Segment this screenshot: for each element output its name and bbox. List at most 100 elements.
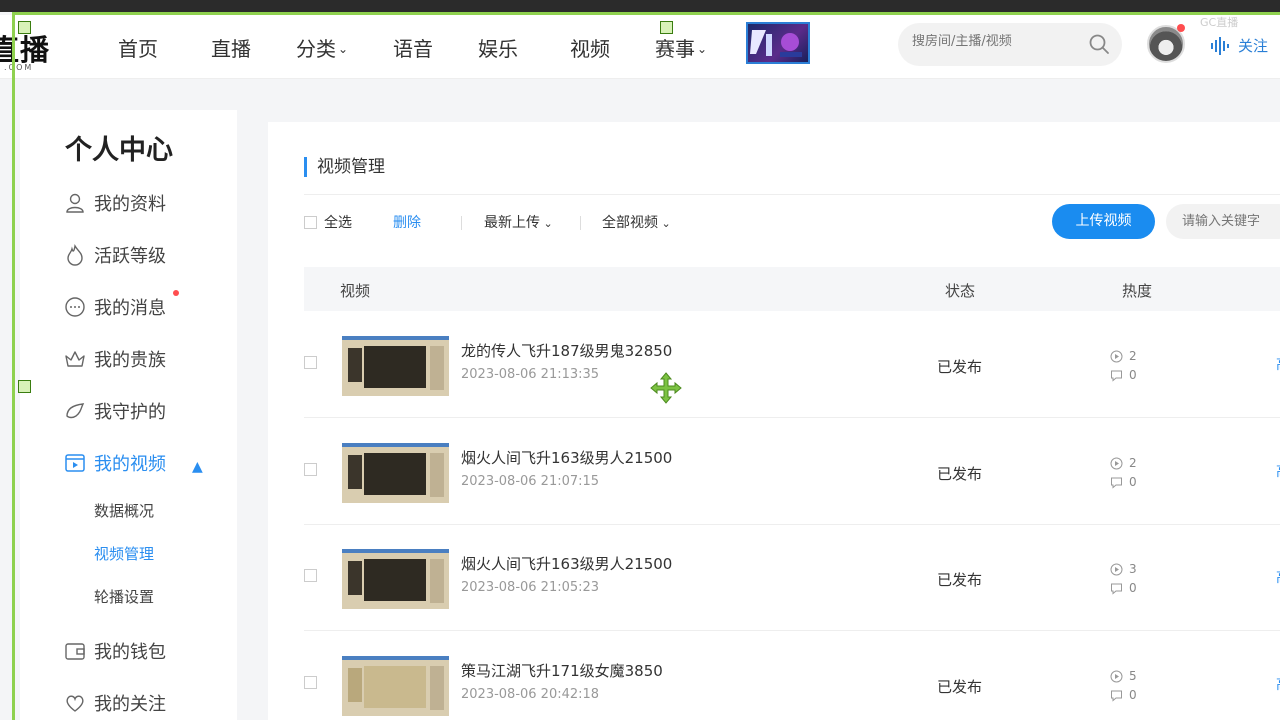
sidebar-subitem-overview[interactable]: 数据概况 xyxy=(94,500,154,521)
table-row: 策马江湖飞升171级女魔3850 2023-08-06 20:42:18 已发布… xyxy=(304,632,1280,720)
sidebar: 个人中心 我的资料 活跃等级 我的消息 我的贵族 我守护的 我的视频 ▲ 数据概… xyxy=(20,110,237,720)
nav-home[interactable]: 首页 xyxy=(118,33,158,62)
comment-icon xyxy=(1111,583,1122,595)
search-input[interactable] xyxy=(912,34,1082,49)
comment-count-value: 0 xyxy=(1129,368,1137,382)
nav-entertainment[interactable]: 娱乐 xyxy=(478,33,518,62)
row-action-link[interactable]: 高 xyxy=(1276,674,1280,694)
comment-count: 0 xyxy=(1110,475,1137,489)
table-row: 烟火人间飞升163级男人21500 2023-08-06 21:07:15 已发… xyxy=(304,419,1280,525)
promo-banner[interactable] xyxy=(746,22,810,64)
sidebar-item-label: 我的钱包 xyxy=(94,642,166,663)
play-count: 5 xyxy=(1110,669,1137,683)
video-thumbnail[interactable] xyxy=(342,443,449,503)
video-title[interactable]: 烟火人间飞升163级男人21500 xyxy=(461,553,672,574)
divider xyxy=(580,216,581,230)
video-thumbnail[interactable] xyxy=(342,656,449,716)
comment-icon xyxy=(1111,690,1122,702)
video-time: 2023-08-06 20:42:18 xyxy=(461,687,600,702)
nav-label: 首页 xyxy=(118,37,158,61)
main-panel: 视频管理 全选 删除 最新上传 ⌄ 全部视频 ⌄ 上传视频 视频 状态 热度 龙… xyxy=(268,122,1280,720)
flame-icon xyxy=(67,244,83,266)
video-time: 2023-08-06 21:05:23 xyxy=(461,580,600,595)
divider xyxy=(304,194,1280,195)
video-time: 2023-08-06 21:13:35 xyxy=(461,367,600,382)
play-count: 2 xyxy=(1110,456,1137,470)
keyword-search-input[interactable] xyxy=(1166,204,1280,239)
nav-voice[interactable]: 语音 xyxy=(393,33,433,62)
comment-count: 0 xyxy=(1110,368,1137,382)
video-title[interactable]: 烟火人间飞升163级男人21500 xyxy=(461,447,672,468)
search-icon[interactable] xyxy=(1088,33,1110,55)
promo-image xyxy=(750,30,802,57)
video-thumbnail[interactable] xyxy=(342,549,449,609)
sidebar-item-level[interactable]: 活跃等级 xyxy=(64,242,166,268)
page-title: 视频管理 xyxy=(304,157,385,177)
row-checkbox[interactable] xyxy=(304,356,317,369)
nav-label: 视频 xyxy=(570,37,610,61)
sidebar-item-messages[interactable]: 我的消息 xyxy=(64,294,166,320)
comment-icon xyxy=(1111,477,1122,489)
upload-video-button[interactable]: 上传视频 xyxy=(1052,204,1155,239)
filter-dropdown[interactable]: 全部视频 ⌄ xyxy=(602,212,671,232)
play-icon xyxy=(1110,670,1123,682)
sidebar-item-profile[interactable]: 我的资料 xyxy=(64,190,166,216)
sidebar-item-label: 我的视频 xyxy=(94,454,166,475)
sidebar-item-label: 我的资料 xyxy=(94,194,166,215)
follow-label: 关注 xyxy=(1238,37,1269,55)
video-thumbnail[interactable] xyxy=(342,336,449,396)
row-action-link[interactable]: 高 xyxy=(1276,354,1280,374)
column-header-video: 视频 xyxy=(340,282,371,300)
top-strip xyxy=(0,0,1280,12)
table-row: 龙的传人飞升187级男鬼32850 2023-08-06 21:13:35 已发… xyxy=(304,312,1280,418)
comment-count: 0 xyxy=(1110,581,1137,595)
nav-label: 娱乐 xyxy=(478,37,518,61)
video-time: 2023-08-06 21:07:15 xyxy=(461,474,600,489)
nav-category[interactable]: 分类 ⌄ xyxy=(296,33,348,62)
row-checkbox[interactable] xyxy=(304,569,317,582)
play-count: 2 xyxy=(1110,349,1137,363)
sidebar-item-label: 我的关注 xyxy=(94,694,166,715)
row-checkbox[interactable] xyxy=(304,676,317,689)
site-logo[interactable]: 直播 .COM xyxy=(0,27,64,73)
delete-button[interactable]: 删除 xyxy=(393,212,421,232)
play-count-value: 2 xyxy=(1129,349,1137,363)
nav-video[interactable]: 视频 xyxy=(570,33,610,62)
column-header-heat: 热度 xyxy=(1122,282,1153,300)
nav-label: 直播 xyxy=(211,37,251,61)
video-title[interactable]: 策马江湖飞升171级女魔3850 xyxy=(461,660,663,681)
resize-handle-top[interactable] xyxy=(660,21,673,34)
nav-label: 语音 xyxy=(393,37,433,61)
sidebar-subitem-video-manage[interactable]: 视频管理 xyxy=(94,543,154,564)
nav-label: 赛事 xyxy=(655,37,695,61)
status-badge: 已发布 xyxy=(937,571,983,589)
sidebar-item-follows[interactable]: 我的关注 xyxy=(64,690,166,716)
status-badge: 已发布 xyxy=(937,358,983,376)
resize-handle-top-left[interactable] xyxy=(18,21,31,34)
sound-wave-icon xyxy=(1211,36,1229,55)
sidebar-subitem-carousel[interactable]: 轮播设置 xyxy=(94,586,154,607)
row-action-link[interactable]: 高 xyxy=(1276,461,1280,481)
nav-events[interactable]: 赛事 ⌄ xyxy=(655,33,707,62)
sidebar-item-videos[interactable]: 我的视频 xyxy=(64,450,166,476)
wallet-icon xyxy=(65,643,85,660)
select-all-checkbox[interactable] xyxy=(304,216,317,229)
comment-count: 0 xyxy=(1110,688,1137,702)
sidebar-item-wallet[interactable]: 我的钱包 xyxy=(64,638,166,664)
sidebar-item-noble[interactable]: 我的贵族 xyxy=(64,346,166,372)
sort-label: 最新上传 xyxy=(484,215,540,231)
heart-icon xyxy=(66,695,84,712)
avatar-notification-dot xyxy=(1177,24,1185,32)
row-checkbox[interactable] xyxy=(304,463,317,476)
video-title[interactable]: 龙的传人飞升187级男鬼32850 xyxy=(461,340,672,361)
nav-label: 分类 xyxy=(296,37,336,61)
sort-dropdown[interactable]: 最新上传 ⌄ xyxy=(484,212,553,232)
row-action-link[interactable]: 高 xyxy=(1276,567,1280,587)
nav-live[interactable]: 直播 xyxy=(211,33,251,62)
message-badge xyxy=(173,290,179,296)
chevron-up-icon[interactable]: ▲ xyxy=(192,459,203,475)
follow-button[interactable]: 关注 xyxy=(1210,35,1268,56)
resize-handle-left[interactable] xyxy=(18,380,31,393)
select-all-label[interactable]: 全选 xyxy=(324,212,352,232)
sidebar-item-guard[interactable]: 我守护的 xyxy=(64,398,166,424)
